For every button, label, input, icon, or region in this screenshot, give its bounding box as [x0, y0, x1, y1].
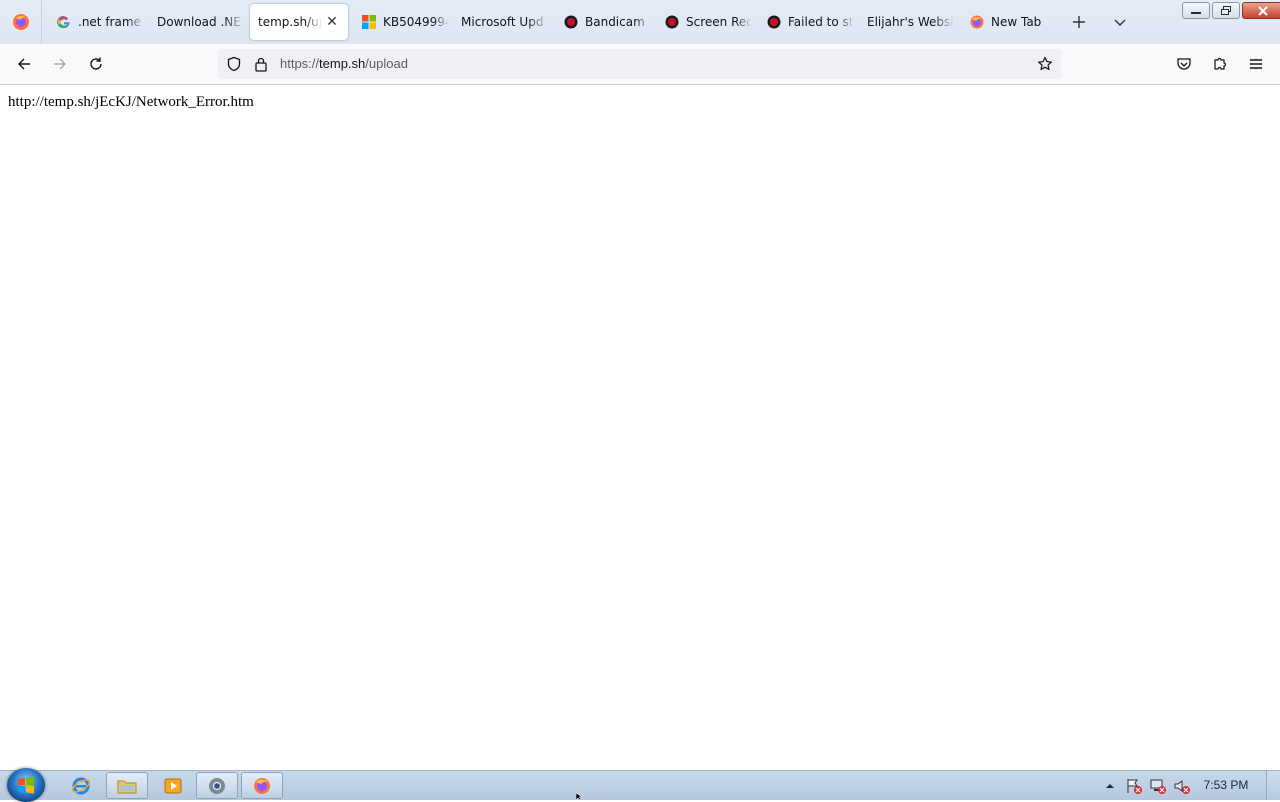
tab-label: Bandicam	[585, 15, 645, 29]
taskbar-media-player[interactable]	[152, 772, 194, 799]
firefox-view-button[interactable]	[0, 0, 42, 44]
close-window-button[interactable]	[1242, 2, 1280, 19]
taskbar-chrome-app[interactable]	[196, 772, 238, 799]
url-text[interactable]: https://temp.sh/upload	[280, 56, 408, 71]
window-controls	[1180, 2, 1280, 20]
tab-strip: .net frame Download .NE temp.sh/upl ✕ KB…	[0, 0, 1280, 44]
hamburger-menu-icon	[1250, 59, 1262, 69]
list-all-tabs-button[interactable]	[1108, 10, 1132, 34]
tab-label: Failed to st	[788, 15, 854, 29]
pocket-icon	[1177, 58, 1191, 70]
reload-button[interactable]	[81, 50, 111, 78]
bookmark-star-icon[interactable]	[1037, 56, 1053, 72]
system-tray	[1098, 776, 1194, 796]
tab-failed-to-start[interactable]: Failed to st	[758, 4, 854, 40]
forward-button[interactable]	[45, 50, 75, 78]
new-tab-button[interactable]	[1067, 10, 1091, 34]
firefox-icon	[969, 14, 985, 30]
tab-download-net[interactable]: Download .NE	[149, 4, 245, 40]
tab-new-tab[interactable]: New Tab	[961, 4, 1057, 40]
network-icon[interactable]	[1149, 777, 1167, 795]
restore-icon	[1221, 5, 1231, 15]
show-hidden-icons-arrow-icon[interactable]	[1101, 777, 1119, 795]
tab-label: KB5049994	[383, 15, 449, 29]
tab-microsoft-update[interactable]: Microsoft Upd	[453, 4, 549, 40]
taskbar-internet-explorer[interactable]	[60, 772, 102, 799]
chevron-down-icon	[1114, 19, 1126, 26]
tab-elijahr-website[interactable]: Elijahr's Websi	[859, 4, 955, 40]
url-path: /upload	[365, 56, 408, 71]
tab-label: temp.sh/upl	[258, 15, 322, 29]
navigation-toolbar: https://temp.sh/upload	[0, 44, 1280, 85]
action-center-flag-icon[interactable]	[1125, 777, 1143, 795]
close-icon	[1258, 5, 1268, 16]
pocket-button[interactable]	[1169, 50, 1199, 78]
firefox-icon	[254, 777, 270, 794]
application-menu-button[interactable]	[1241, 50, 1271, 78]
bandicam-icon	[664, 14, 680, 30]
tab-net-framework[interactable]: .net frame	[48, 4, 144, 40]
url-host: temp.sh	[319, 56, 366, 71]
url-scheme: https://	[280, 56, 320, 71]
lock-icon[interactable]	[253, 56, 269, 72]
address-bar[interactable]: https://temp.sh/upload	[218, 49, 1061, 79]
taskbar-file-explorer[interactable]	[106, 772, 148, 799]
windows-taskbar: 7:53 PM	[0, 768, 1280, 802]
taskbar-clock[interactable]: 7:53 PM	[1196, 778, 1256, 792]
puzzle-piece-icon	[1214, 57, 1227, 70]
folder-icon	[117, 780, 137, 793]
plus-icon	[1073, 16, 1085, 28]
tab-temp-sh-upload[interactable]: temp.sh/upl ✕	[250, 4, 348, 40]
tab-label: Elijahr's Websi	[867, 15, 954, 29]
close-tab-icon[interactable]: ✕	[322, 12, 342, 32]
volume-muted-icon[interactable]	[1173, 777, 1191, 795]
start-button[interactable]	[7, 768, 45, 802]
media-player-icon	[164, 778, 182, 793]
tab-label: .net frame	[78, 15, 141, 29]
chrome-icon	[209, 777, 225, 794]
internet-explorer-icon	[71, 777, 91, 794]
google-icon	[56, 14, 72, 30]
taskbar-firefox[interactable]	[241, 772, 283, 799]
restore-button[interactable]	[1212, 2, 1240, 19]
microsoft-icon	[361, 14, 377, 30]
bandicam-icon	[766, 14, 782, 30]
page-content: http://temp.sh/jEcKJ/Network_Error.htm	[0, 85, 1280, 770]
minimize-icon	[1191, 11, 1201, 14]
tab-label: Download .NE	[157, 15, 241, 29]
minimize-button[interactable]	[1182, 2, 1210, 19]
back-button[interactable]	[9, 50, 39, 78]
tracking-protection-shield-icon[interactable]	[226, 56, 242, 72]
back-arrow-icon	[18, 58, 30, 70]
show-desktop-button[interactable]	[1266, 771, 1280, 800]
page-body-text: http://temp.sh/jEcKJ/Network_Error.htm	[8, 94, 254, 110]
tab-bandicam[interactable]: Bandicam	[555, 4, 651, 40]
tab-label: Microsoft Upd	[461, 15, 544, 29]
bandicam-icon	[563, 14, 579, 30]
reload-icon	[90, 57, 102, 70]
tab-label: Screen Rec	[686, 15, 752, 29]
firefox-view-icon	[12, 14, 29, 30]
tab-kb5049994[interactable]: KB5049994	[353, 4, 449, 40]
tab-label: New Tab	[991, 15, 1042, 29]
windows-logo-icon	[18, 776, 34, 794]
tab-screen-recorder[interactable]: Screen Rec	[656, 4, 752, 40]
forward-arrow-icon	[54, 58, 66, 70]
extensions-button[interactable]	[1205, 50, 1235, 78]
mouse-cursor-icon	[576, 793, 583, 800]
